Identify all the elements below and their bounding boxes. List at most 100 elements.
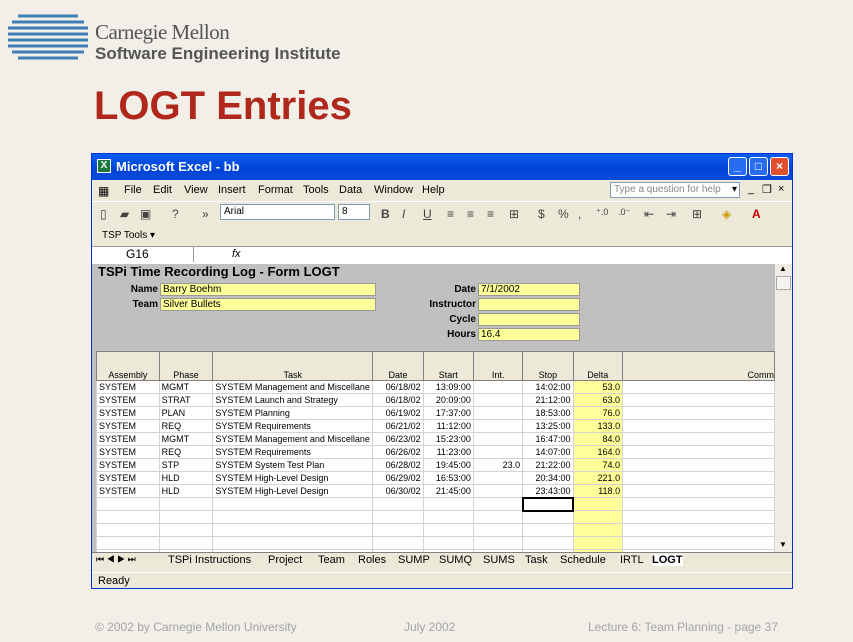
table-cell[interactable]: 53.0 (572, 380, 624, 394)
table-cell[interactable] (622, 445, 775, 459)
table-cell[interactable]: SYSTEM High-Level Design (212, 484, 374, 498)
menu-help[interactable]: Help (422, 184, 445, 196)
bold-icon[interactable]: B (381, 207, 390, 221)
table-cell[interactable]: 16:47:00 (522, 432, 574, 446)
table-cell[interactable]: 221.0 (572, 471, 624, 485)
minimize-button[interactable]: _ (728, 157, 747, 176)
underline-icon[interactable]: U (423, 207, 432, 221)
table-cell[interactable]: SYSTEM Management and Miscellane (212, 380, 374, 394)
table-cell[interactable] (422, 510, 474, 524)
menu-data[interactable]: Data (339, 184, 362, 196)
table-cell[interactable] (212, 536, 374, 550)
table-cell[interactable] (472, 445, 524, 459)
table-cell[interactable]: STRAT (158, 393, 214, 407)
table-cell[interactable]: SYSTEM Requirements (212, 445, 374, 459)
table-cell[interactable]: SYSTEM (96, 380, 160, 394)
scroll-thumb[interactable] (776, 276, 791, 290)
table-cell[interactable] (422, 523, 474, 537)
table-cell[interactable]: 11:23:00 (422, 445, 474, 459)
help-question-input[interactable]: Type a question for help (610, 182, 740, 198)
doc-close-icon[interactable]: × (778, 183, 784, 195)
help-icon[interactable]: ? (172, 207, 179, 221)
tab-roles[interactable]: Roles (358, 554, 386, 566)
table-cell[interactable] (522, 536, 574, 550)
table-cell[interactable] (372, 497, 424, 511)
doc-minimize-icon[interactable]: _ (748, 183, 754, 195)
table-cell[interactable] (96, 497, 160, 511)
table-cell[interactable] (472, 393, 524, 407)
table-cell[interactable] (622, 406, 775, 420)
table-cell[interactable]: SYSTEM (96, 458, 160, 472)
table-cell[interactable]: SYSTEM Planning (212, 406, 374, 420)
table-cell[interactable]: 06/18/02 (372, 380, 424, 394)
tab-irtl[interactable]: IRTL (620, 554, 644, 566)
tab-team[interactable]: Team (318, 554, 345, 566)
table-cell[interactable] (622, 380, 775, 394)
table-cell[interactable]: 84.0 (572, 432, 624, 446)
table-cell[interactable] (158, 523, 214, 537)
menu-insert[interactable]: Insert (218, 184, 246, 196)
tab-nav-icons[interactable]: ⏮ ◀ ▶ ⏭ (96, 554, 136, 565)
font-name-select[interactable]: Arial (220, 204, 335, 220)
table-cell[interactable]: 06/23/02 (372, 432, 424, 446)
increase-indent-icon[interactable]: ⇥ (666, 207, 676, 221)
cycle-field[interactable] (478, 313, 580, 326)
table-cell[interactable] (472, 406, 524, 420)
table-cell[interactable]: 15:23:00 (422, 432, 474, 446)
table-cell[interactable] (572, 497, 624, 511)
table-cell[interactable]: 21:45:00 (422, 484, 474, 498)
font-color-icon[interactable]: A (752, 207, 761, 221)
table-cell[interactable] (158, 536, 214, 550)
table-cell[interactable]: MGMT (158, 380, 214, 394)
menu-edit[interactable]: Edit (153, 184, 172, 196)
table-cell[interactable]: 21:22:00 (522, 458, 574, 472)
table-cell[interactable]: SYSTEM Requirements (212, 419, 374, 433)
table-cell[interactable]: 21:12:00 (522, 393, 574, 407)
table-cell[interactable]: 19:45:00 (422, 458, 474, 472)
comma-icon[interactable]: , (578, 207, 581, 221)
table-cell[interactable]: 06/30/02 (372, 484, 424, 498)
instructor-field[interactable] (478, 298, 580, 311)
menu-tools[interactable]: Tools (303, 184, 329, 196)
table-cell[interactable] (472, 471, 524, 485)
table-cell[interactable] (372, 523, 424, 537)
tab-task[interactable]: Task (525, 554, 548, 566)
table-cell[interactable] (96, 523, 160, 537)
table-cell[interactable] (521, 496, 575, 512)
vertical-scrollbar[interactable]: ▲ ▼ (775, 264, 792, 552)
table-cell[interactable]: 17:37:00 (422, 406, 474, 420)
table-cell[interactable] (622, 432, 775, 446)
table-cell[interactable]: SYSTEM (96, 406, 160, 420)
table-cell[interactable] (572, 523, 624, 537)
table-cell[interactable]: SYSTEM (96, 471, 160, 485)
fx-icon[interactable]: fx (232, 248, 241, 260)
align-right-icon[interactable]: ≡ (487, 207, 494, 221)
table-cell[interactable] (158, 510, 214, 524)
table-cell[interactable]: 76.0 (572, 406, 624, 420)
table-cell[interactable] (472, 536, 524, 550)
table-cell[interactable]: 06/18/02 (372, 393, 424, 407)
table-cell[interactable]: 164.0 (572, 445, 624, 459)
table-cell[interactable] (472, 484, 524, 498)
table-cell[interactable]: SYSTEM (96, 393, 160, 407)
table-cell[interactable] (622, 458, 775, 472)
table-cell[interactable]: STP (158, 458, 214, 472)
font-size-select[interactable]: 8 (338, 204, 370, 220)
table-cell[interactable] (472, 419, 524, 433)
table-cell[interactable] (572, 510, 624, 524)
table-cell[interactable]: HLD (158, 484, 214, 498)
chevron-down-icon[interactable]: ▾ (732, 184, 737, 195)
table-cell[interactable]: 11:12:00 (422, 419, 474, 433)
table-cell[interactable] (622, 497, 775, 511)
merge-center-icon[interactable]: ⊞ (509, 207, 519, 221)
team-field[interactable]: Silver Bullets (160, 298, 376, 311)
table-cell[interactable]: 14:02:00 (522, 380, 574, 394)
menu-window[interactable]: Window (374, 184, 413, 196)
table-cell[interactable]: 14:07:00 (522, 445, 574, 459)
tab-sumq[interactable]: SUMQ (439, 554, 472, 566)
increase-decimal-icon[interactable]: ⁺.0 (596, 207, 608, 218)
align-center-icon[interactable]: ≡ (467, 207, 474, 221)
table-cell[interactable] (522, 510, 574, 524)
table-cell[interactable]: REQ (158, 419, 214, 433)
tab-sump[interactable]: SUMP (398, 554, 430, 566)
